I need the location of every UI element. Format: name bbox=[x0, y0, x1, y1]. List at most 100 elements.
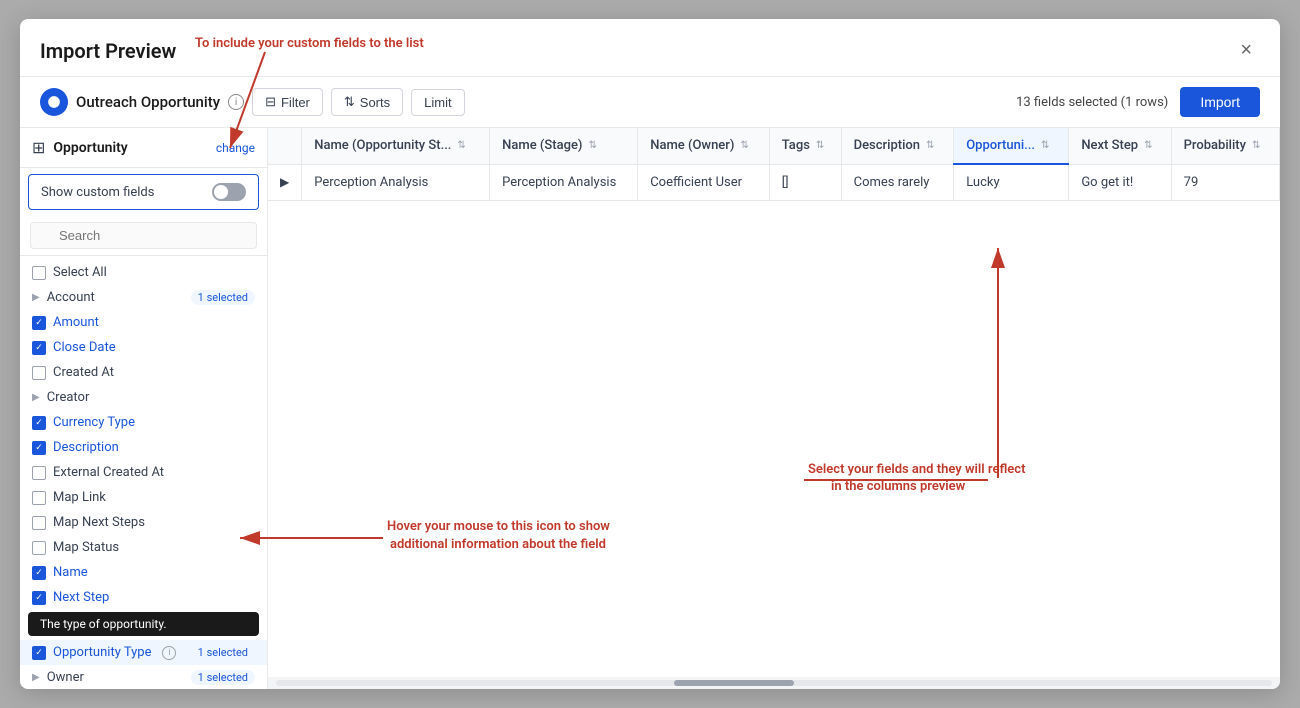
map-next-steps-checkbox[interactable] bbox=[32, 516, 46, 530]
field-created-at[interactable]: Created At bbox=[20, 360, 267, 385]
field-map-next-steps-label: Map Next Steps bbox=[53, 515, 145, 530]
horizontal-scrollbar[interactable] bbox=[268, 677, 1280, 689]
external-created-at-checkbox[interactable] bbox=[32, 466, 46, 480]
filter-icon: ⊟ bbox=[265, 94, 276, 110]
sorts-button[interactable]: ⇅ Sorts bbox=[331, 88, 403, 116]
col-name-opportunity-st[interactable]: Name (Opportunity St... ⇅ bbox=[302, 128, 490, 164]
cell-opportunity: Lucky bbox=[954, 164, 1069, 201]
next-step-checkbox[interactable]: ✓ bbox=[32, 591, 46, 605]
cell-name-stage: Perception Analysis bbox=[490, 164, 638, 201]
search-box: 🔍 bbox=[20, 216, 267, 256]
entity-info-icon[interactable]: i bbox=[228, 94, 244, 110]
sort-icon-7: ⇅ bbox=[1252, 140, 1260, 151]
field-opportunity-type-label: Opportunity Type bbox=[53, 645, 151, 660]
data-table: Name (Opportunity St... ⇅ Name (Stage) ⇅ bbox=[268, 128, 1280, 201]
sorts-label: Sorts bbox=[360, 95, 390, 110]
map-status-checkbox[interactable] bbox=[32, 541, 46, 555]
field-creator[interactable]: ▶ Creator bbox=[20, 385, 267, 410]
field-next-step[interactable]: ✓ Next Step bbox=[20, 585, 267, 610]
col-name-owner[interactable]: Name (Owner) ⇅ bbox=[638, 128, 770, 164]
chevron-right-icon: ▶ bbox=[32, 292, 40, 303]
field-name[interactable]: ✓ Name bbox=[20, 560, 267, 585]
field-currency-type[interactable]: ✓ Currency Type bbox=[20, 410, 267, 435]
tooltip-popup: The type of opportunity. bbox=[28, 612, 259, 636]
sort-icon-3: ⇅ bbox=[816, 140, 824, 151]
custom-fields-label: Show custom fields bbox=[41, 185, 154, 200]
col-name-stage[interactable]: Name (Stage) ⇅ bbox=[490, 128, 638, 164]
field-account-label: Account bbox=[47, 290, 95, 305]
sort-icon-2: ⇅ bbox=[740, 140, 748, 151]
field-close-date[interactable]: ✓ Close Date bbox=[20, 335, 267, 360]
col-description[interactable]: Description ⇅ bbox=[841, 128, 954, 164]
import-button[interactable]: Import bbox=[1180, 87, 1260, 117]
col-next-step[interactable]: Next Step ⇅ bbox=[1069, 128, 1171, 164]
change-link[interactable]: change bbox=[216, 141, 255, 155]
chevron-owner-icon: ▶ bbox=[32, 672, 40, 683]
cell-next-step: Go get it! bbox=[1069, 164, 1171, 201]
row-indicator-header bbox=[268, 128, 302, 164]
created-at-checkbox[interactable] bbox=[32, 366, 46, 380]
field-external-created-at[interactable]: External Created At bbox=[20, 460, 267, 485]
currency-type-checkbox[interactable]: ✓ bbox=[32, 416, 46, 430]
limit-label: Limit bbox=[424, 95, 451, 110]
field-created-at-label: Created At bbox=[53, 365, 114, 380]
description-checkbox[interactable]: ✓ bbox=[32, 441, 46, 455]
field-opportunity-type[interactable]: ✓ Opportunity Type i 1 selected bbox=[20, 640, 267, 665]
sort-icon-5: ⇅ bbox=[1041, 140, 1049, 151]
field-map-status[interactable]: Map Status bbox=[20, 535, 267, 560]
amount-checkbox[interactable]: ✓ bbox=[32, 316, 46, 330]
sort-icon-6: ⇅ bbox=[1144, 140, 1152, 151]
opportunity-type-checkbox[interactable]: ✓ bbox=[32, 646, 46, 660]
sidebar-entity-name: Opportunity bbox=[53, 140, 127, 156]
sidebar-entity-header: ⊞ Opportunity change bbox=[20, 128, 267, 168]
sorts-icon: ⇅ bbox=[344, 94, 355, 110]
sort-icon-4: ⇅ bbox=[926, 140, 934, 151]
field-account[interactable]: ▶ Account 1 selected bbox=[20, 285, 267, 310]
cell-name-opp: Perception Analysis bbox=[302, 164, 490, 201]
limit-button[interactable]: Limit bbox=[411, 89, 464, 116]
cell-description: Comes rarely bbox=[841, 164, 954, 201]
opportunity-type-badge: 1 selected bbox=[191, 645, 255, 660]
row-expand-icon[interactable]: ▶ bbox=[268, 164, 302, 201]
field-owner-label: Owner bbox=[47, 670, 84, 685]
select-all-checkbox[interactable] bbox=[32, 266, 46, 280]
filter-button[interactable]: ⊟ Filter bbox=[252, 88, 323, 116]
table-row: ▶ Perception Analysis Perception Analysi… bbox=[268, 164, 1280, 201]
map-link-checkbox[interactable] bbox=[32, 491, 46, 505]
field-description[interactable]: ✓ Description bbox=[20, 435, 267, 460]
col-opportunity[interactable]: Opportuni... ⇅ bbox=[954, 128, 1069, 164]
chevron-creator-icon: ▶ bbox=[32, 392, 40, 403]
sort-icon-0: ⇅ bbox=[457, 140, 465, 151]
field-description-label: Description bbox=[53, 440, 119, 455]
custom-fields-toggle[interactable] bbox=[212, 183, 246, 201]
col-probability[interactable]: Probability ⇅ bbox=[1171, 128, 1279, 164]
field-creator-label: Creator bbox=[47, 390, 90, 405]
field-close-date-label: Close Date bbox=[53, 340, 116, 355]
close-button[interactable]: × bbox=[1232, 35, 1260, 66]
field-owner[interactable]: ▶ Owner 1 selected bbox=[20, 665, 267, 689]
main-content: Name (Opportunity St... ⇅ Name (Stage) ⇅ bbox=[268, 128, 1280, 689]
field-external-created-at-label: External Created At bbox=[53, 465, 164, 480]
close-date-checkbox[interactable]: ✓ bbox=[32, 341, 46, 355]
search-input[interactable] bbox=[30, 222, 257, 249]
field-amount-label: Amount bbox=[53, 315, 99, 330]
field-map-link[interactable]: Map Link bbox=[20, 485, 267, 510]
field-map-status-label: Map Status bbox=[53, 540, 119, 555]
field-map-link-label: Map Link bbox=[53, 490, 106, 505]
cell-name-owner: Coefficient User bbox=[638, 164, 770, 201]
account-badge: 1 selected bbox=[191, 290, 255, 305]
field-amount[interactable]: ✓ Amount bbox=[20, 310, 267, 335]
field-map-next-steps[interactable]: Map Next Steps bbox=[20, 510, 267, 535]
entity-name: Outreach Opportunity bbox=[76, 93, 220, 111]
select-all-item[interactable]: Select All bbox=[20, 260, 267, 285]
entity-info: Outreach Opportunity i bbox=[40, 88, 244, 116]
opportunity-type-info-icon[interactable]: i bbox=[162, 646, 176, 660]
owner-badge: 1 selected bbox=[191, 670, 255, 685]
field-name-label: Name bbox=[53, 565, 88, 580]
name-checkbox[interactable]: ✓ bbox=[32, 566, 46, 580]
col-tags[interactable]: Tags ⇅ bbox=[769, 128, 841, 164]
custom-fields-row: Show custom fields bbox=[28, 174, 259, 210]
table-container: Name (Opportunity St... ⇅ Name (Stage) ⇅ bbox=[268, 128, 1280, 677]
modal-title: Import Preview bbox=[40, 39, 176, 63]
fields-count: 13 fields selected (1 rows) bbox=[1016, 95, 1168, 110]
